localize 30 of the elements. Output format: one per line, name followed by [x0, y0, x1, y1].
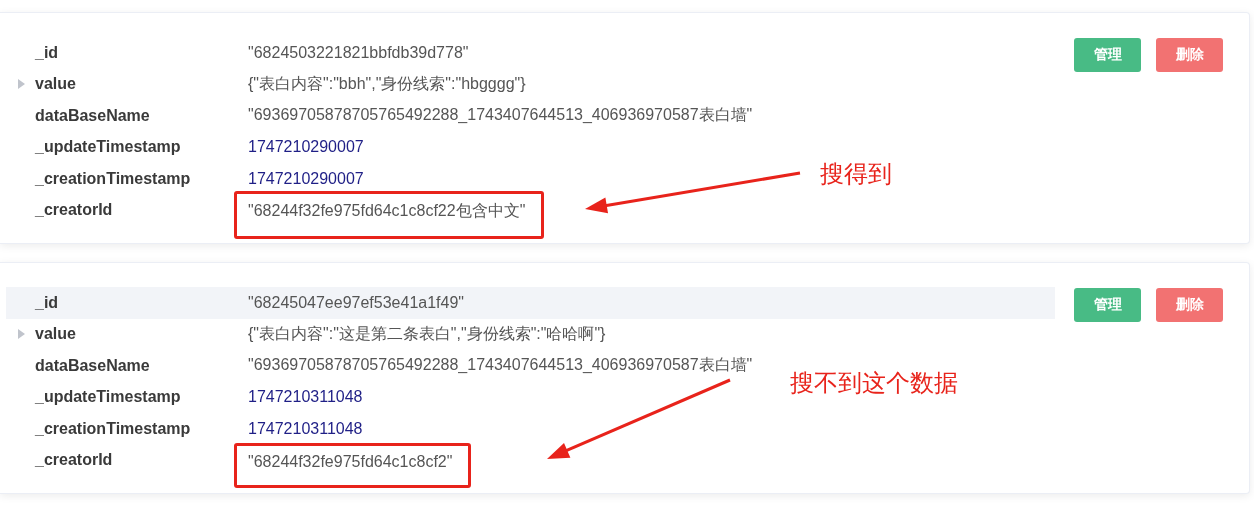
field-value: "68244f32fe975fd64c1c8cf22包含中文": [234, 191, 545, 240]
field-value: "68245047ee97ef53e41a1f49": [248, 293, 464, 311]
field-key: dataBaseName: [35, 356, 248, 375]
field-key: _updateTimestamp: [35, 388, 248, 407]
delete-button[interactable]: 删除: [1156, 288, 1223, 322]
field-value: "68244f32fe975fd64c1c8cf2": [234, 442, 472, 488]
field-value: {"表白内容":"这是第二条表白","身份线索":"哈哈啊"}: [248, 324, 606, 342]
delete-button[interactable]: 删除: [1156, 38, 1223, 72]
expand-triangle-icon[interactable]: [18, 329, 25, 340]
field-key: _updateTimestamp: [35, 138, 248, 157]
field-key: _creationTimestamp: [35, 169, 248, 188]
annotation-text: 搜不到这个数据: [790, 368, 958, 398]
field-value: 1747210290007: [248, 138, 364, 156]
field-value: "6824503221821bbfdb39d778": [248, 43, 469, 61]
field-key: value: [35, 325, 248, 344]
manage-button[interactable]: 管理: [1074, 38, 1141, 72]
field-value: 1747210311048: [248, 419, 363, 437]
field-value: "69369705878705765492288_1743407644513_406936970587表白墙": [248, 106, 753, 124]
manage-button[interactable]: 管理: [1074, 288, 1141, 322]
field-value: "69369705878705765492288_1743407644513_406936970587表白墙": [248, 356, 753, 374]
field-key: _id: [35, 43, 248, 62]
annotation-text: 搜得到: [820, 159, 892, 189]
expand-triangle-icon[interactable]: [18, 79, 25, 90]
field-key: dataBaseName: [35, 106, 248, 125]
field-value: 1747210290007: [248, 169, 364, 187]
field-key: value: [35, 75, 248, 94]
field-value: 1747210311048: [248, 388, 363, 406]
field-key: _creationTimestamp: [35, 419, 248, 438]
field-key: _id: [35, 293, 248, 312]
field-value: {"表白内容":"bbh","身份线索":"hbgggg"}: [248, 74, 526, 92]
